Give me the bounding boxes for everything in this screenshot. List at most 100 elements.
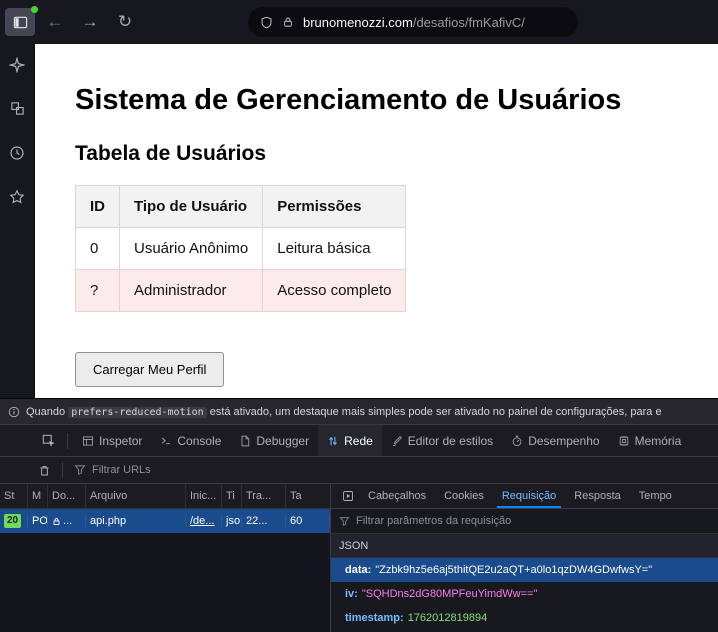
devtools-panel: Quando prefers-reduced-motion está ativa… [0, 398, 718, 632]
performance-icon [511, 435, 523, 447]
param-row-timestamp[interactable]: timestamp: 1762012819894 [331, 606, 718, 630]
col-file[interactable]: Arquivo [86, 484, 186, 508]
style-editor-icon [391, 435, 403, 447]
tab-desempenho[interactable]: Desempenho [502, 425, 608, 456]
tab-cabecalhos[interactable]: Cabeçalhos [359, 484, 435, 508]
cell-permissoes: Leitura básica [263, 228, 406, 270]
cell-permissoes: Acesso completo [263, 270, 406, 312]
devtools-toolbox-tabs: Inspetor Console Debugger Rede Editor de… [0, 425, 718, 457]
table-row-highlighted: ? Administrador Acesso completo [76, 270, 406, 312]
page-content: Sistema de Gerenciamento de Usuários Tab… [35, 44, 718, 398]
url-text: brunomenozzi.com/desafios/fmKafivC/ [303, 15, 525, 30]
tab-memoria[interactable]: Memória [609, 425, 691, 456]
lock-icon[interactable] [282, 16, 294, 28]
network-request-list: St M Do... Arquivo Inic... Ti Tra... Ta … [0, 484, 330, 632]
browser-window: ← → ↻ brunomenozzi.com/desafios/fmKafivC… [0, 0, 718, 632]
col-permissoes: Permissões [263, 186, 406, 228]
info-icon [8, 406, 20, 418]
filter-funnel-icon [74, 464, 86, 476]
cell-id: 0 [76, 228, 120, 270]
network-columns-header: St M Do... Arquivo Inic... Ti Tra... Ta [0, 484, 330, 509]
bookmarks-star-icon[interactable] [9, 188, 26, 205]
tab-editor-de-estilos[interactable]: Editor de estilos [382, 425, 502, 456]
inspector-icon [82, 435, 94, 447]
col-transferred[interactable]: Tra... [242, 484, 286, 508]
notification-dot [31, 6, 38, 13]
filter-funnel-icon [339, 516, 350, 527]
url-path: /desafios/fmKafivC/ [413, 15, 525, 30]
param-value: "SQHDns2dG80MPFeuYimdWw==" [362, 588, 538, 600]
param-value: "Zzbk9hz5e6aj5thitQE2u2aQT+a0lo1qzDW4GDw… [375, 564, 652, 576]
sidebar-panel-icon [13, 15, 28, 30]
col-id: ID [76, 186, 120, 228]
tab-debugger[interactable]: Debugger [230, 425, 318, 456]
tab-resposta[interactable]: Resposta [565, 484, 629, 508]
col-tipo: Tipo de Usuário [120, 186, 263, 228]
notice-code: prefers-reduced-motion [68, 407, 206, 418]
request-method: PO [28, 515, 48, 527]
param-value: 1762012819894 [408, 612, 488, 624]
network-request-row-selected[interactable]: 20 PO ... api.php /de... jso 22... 60 [0, 509, 330, 533]
json-section-header[interactable]: JSON [331, 534, 718, 558]
request-transferred: 22... [242, 515, 286, 527]
col-type[interactable]: Ti [222, 484, 242, 508]
network-toolbar: Filtrar URLs [0, 457, 718, 484]
url-domain: brunomenozzi.com [303, 15, 413, 30]
cell-tipo: Administrador [120, 270, 263, 312]
devtools-notice-bar: Quando prefers-reduced-motion está ativa… [0, 398, 718, 425]
url-bar[interactable]: brunomenozzi.com/desafios/fmKafivC/ [248, 7, 578, 37]
tab-inspetor[interactable]: Inspetor [73, 425, 151, 456]
browser-sidebar [0, 44, 35, 398]
param-key: data: [345, 564, 371, 576]
status-badge: 20 [4, 514, 21, 528]
divider [67, 433, 68, 449]
network-arrows-icon [327, 435, 339, 447]
param-row-iv[interactable]: iv: "SQHDns2dG80MPFeuYimdWw==" [331, 582, 718, 606]
console-icon [160, 435, 172, 447]
filter-urls-input[interactable]: Filtrar URLs [92, 464, 151, 476]
back-button[interactable]: ← [40, 8, 70, 36]
request-type: jso [222, 515, 242, 527]
debugger-icon [239, 435, 251, 447]
block-requests-icon[interactable] [337, 484, 359, 508]
divider [62, 462, 63, 478]
request-params-filter[interactable]: Filtrar parâmetros da requisição [331, 509, 718, 534]
details-tabs: Cabeçalhos Cookies Requisição Resposta T… [331, 484, 718, 509]
param-key: iv: [345, 588, 358, 600]
reload-button[interactable]: ↻ [110, 8, 140, 36]
col-initiator[interactable]: Inic... [186, 484, 222, 508]
memory-icon [618, 435, 630, 447]
clear-requests-button[interactable] [38, 464, 51, 477]
extensions-icon[interactable] [9, 100, 26, 117]
filter-placeholder: Filtrar parâmetros da requisição [356, 515, 511, 527]
request-domain: ... [48, 515, 86, 527]
page-title: Sistema de Gerenciamento de Usuários [75, 84, 718, 117]
load-profile-button[interactable]: Carregar Meu Perfil [75, 352, 224, 387]
tab-tempo[interactable]: Tempo [630, 484, 681, 508]
ai-sparkle-icon[interactable] [9, 56, 26, 73]
tab-cookies[interactable]: Cookies [435, 484, 493, 508]
tab-rede[interactable]: Rede [318, 425, 382, 456]
col-size[interactable]: Ta [286, 484, 330, 508]
cell-id: ? [76, 270, 120, 312]
col-status[interactable]: St [0, 484, 28, 508]
param-row-data[interactable]: data: "Zzbk9hz5e6aj5thitQE2u2aQT+a0lo1qz… [331, 558, 718, 582]
element-picker-button[interactable] [36, 425, 62, 456]
col-domain[interactable]: Do... [48, 484, 86, 508]
https-lock-icon [52, 517, 61, 526]
request-initiator[interactable]: /de... [190, 515, 214, 527]
table-row: 0 Usuário Anônimo Leitura básica [76, 228, 406, 270]
forward-button[interactable]: → [75, 8, 105, 36]
browser-toolbar: ← → ↻ brunomenozzi.com/desafios/fmKafivC… [0, 0, 718, 44]
tab-requisicao[interactable]: Requisição [493, 484, 565, 508]
sidebar-toggle-button[interactable] [5, 8, 35, 36]
cell-tipo: Usuário Anônimo [120, 228, 263, 270]
history-clock-icon[interactable] [9, 144, 26, 161]
param-key: timestamp: [345, 612, 404, 624]
users-table: ID Tipo de Usuário Permissões 0 Usuário … [75, 185, 406, 312]
shield-icon[interactable] [260, 16, 273, 29]
tab-console[interactable]: Console [151, 425, 230, 456]
col-method[interactable]: M [28, 484, 48, 508]
notice-text: Quando prefers-reduced-motion está ativa… [26, 406, 662, 418]
request-size: 60 [286, 515, 330, 527]
